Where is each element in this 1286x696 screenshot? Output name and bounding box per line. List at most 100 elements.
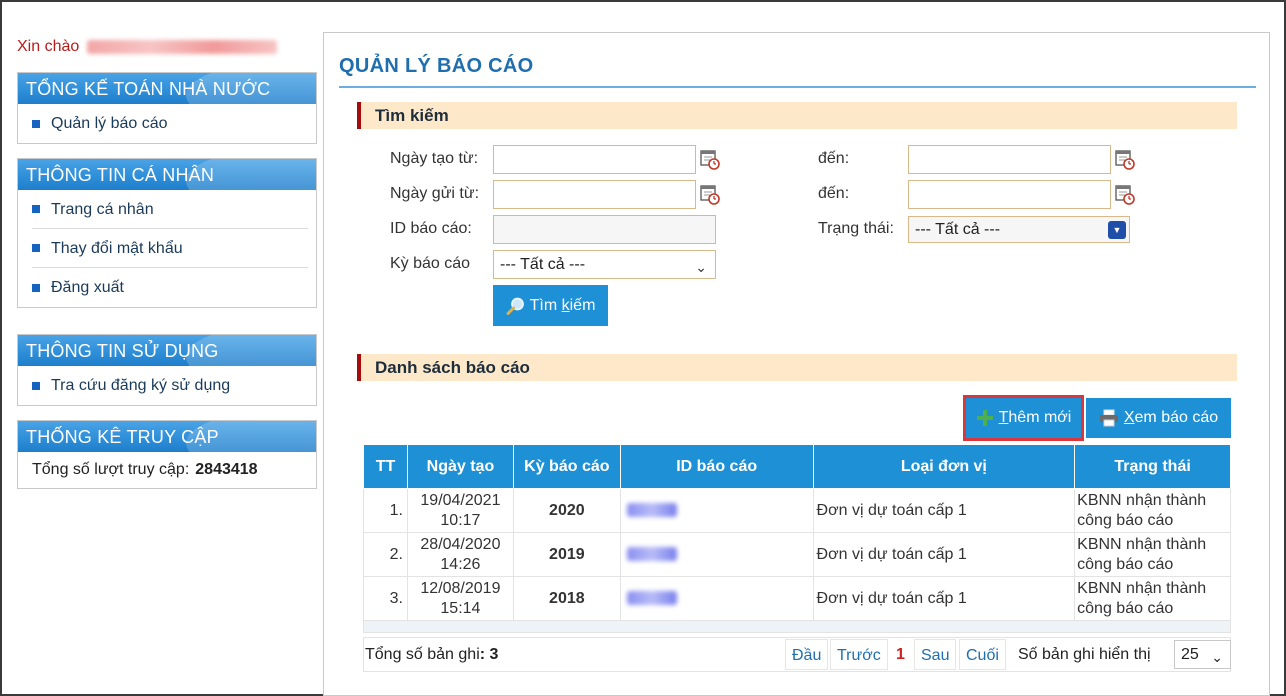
calendar-icon[interactable]	[1115, 183, 1135, 205]
row-report-id	[619, 532, 814, 577]
sidebar-item-report-management[interactable]: Quản lý báo cáo	[32, 104, 308, 143]
redacted-report-id	[626, 503, 677, 518]
sidebar-box-title: THÔNG TIN SỬ DỤNG	[18, 335, 316, 366]
status-select[interactable]: --- Tất cả --- ▼	[908, 216, 1130, 243]
add-button-suffix: hêm mới	[1008, 409, 1072, 426]
row-unit-type: Đơn vị dự toán cấp 1	[812, 576, 1076, 621]
column-header-created-date[interactable]: Ngày tạo	[406, 444, 514, 489]
dropdown-arrow-icon: ▼	[1108, 221, 1126, 239]
sidebar-box-personal-info: THÔNG TIN CÁ NHÂN Trang cá nhân Thay đổi…	[17, 158, 317, 308]
status-label: Trạng thái:	[818, 220, 894, 237]
row-period-link[interactable]: 2019	[512, 532, 621, 577]
period-select[interactable]: --- Tất cả --- ⌄	[493, 250, 716, 279]
created-to-input[interactable]	[908, 145, 1111, 174]
view-report-button[interactable]: Xem báo cáo	[1086, 398, 1231, 438]
calendar-icon[interactable]	[700, 148, 720, 170]
pager-first[interactable]: Đầu	[785, 639, 829, 670]
sidebar-box-title: TỔNG KẾ TOÁN NHÀ NƯỚC	[18, 73, 316, 104]
sidebar-item-label: Trang cá nhân	[51, 200, 154, 218]
table-spacer-cell	[363, 620, 1231, 633]
sidebar-item-logout[interactable]: Đăng xuất	[32, 268, 308, 307]
greeting-label: Xin chào	[17, 38, 80, 55]
view-report-button-label: Xem báo cáo	[1124, 409, 1218, 427]
column-header-report-id[interactable]: ID báo cáo	[619, 444, 814, 489]
column-header-tt[interactable]: TT	[363, 444, 408, 489]
search-section-header: Tìm kiếm	[357, 102, 1237, 129]
add-new-button-label: Thêm mới	[999, 409, 1072, 427]
greeting: Xin chào	[17, 38, 278, 56]
sidebar-item-usage-lookup[interactable]: Tra cứu đăng ký sử dụng	[32, 366, 308, 405]
sidebar-item-label: Tra cứu đăng ký sử dụng	[51, 377, 231, 394]
table-row[interactable]: 3. 12/08/2019 15:14 2018 Đơn vị dự toán c…	[363, 576, 1231, 621]
column-header-status[interactable]: Trạng thái	[1074, 444, 1231, 489]
view-button-accesskey: X	[1123, 409, 1135, 426]
access-count-value: 2843418	[195, 461, 258, 478]
add-new-button[interactable]: Thêm mới	[966, 398, 1081, 438]
search-button[interactable]: Tìm kiếm	[493, 285, 608, 326]
bullet-icon	[32, 119, 40, 128]
pager-last[interactable]: Cuối	[959, 639, 1006, 670]
search-button-label: Tìm kiếm	[530, 297, 596, 315]
pager-current-page: 1	[896, 646, 905, 663]
green-plus-icon	[976, 410, 993, 426]
sent-to-input[interactable]	[908, 180, 1111, 209]
row-status-line2: công báo cáo	[1077, 599, 1174, 617]
row-status-line2: công báo cáo	[1077, 555, 1174, 573]
magnifier-icon	[506, 297, 524, 315]
main-panel: QUẢN LÝ BÁO CÁO Tìm kiếm Ngày tạo từ: đế…	[323, 32, 1270, 696]
row-period-link[interactable]: 2018	[512, 576, 621, 621]
row-report-id	[619, 576, 814, 621]
chevron-down-icon: ⌄	[1211, 649, 1223, 665]
pager-prev[interactable]: Trước	[830, 639, 888, 670]
view-button-suffix: em báo cáo	[1134, 409, 1219, 426]
search-button-suffix: iếm	[569, 296, 596, 314]
row-status-line2: công báo cáo	[1077, 511, 1174, 529]
row-number: 1.	[363, 488, 408, 533]
created-from-label: Ngày tạo từ:	[390, 150, 479, 167]
table-row[interactable]: 1. 19/04/2021 10:17 2020 Đơn vị dự toán c…	[363, 488, 1231, 533]
report-id-input[interactable]	[493, 215, 716, 244]
row-date: 19/04/2021	[420, 491, 501, 509]
period-select-value: --- Tất cả ---	[500, 256, 586, 273]
redacted-report-id	[626, 591, 677, 606]
row-time: 10:17	[440, 511, 481, 529]
bullet-icon	[32, 205, 40, 213]
bullet-icon	[32, 381, 40, 390]
row-time: 14:26	[440, 555, 481, 573]
list-section-header: Danh sách báo cáo	[357, 354, 1237, 381]
per-page-label: Số bản ghi hiển thị	[1018, 646, 1151, 663]
calendar-icon[interactable]	[1115, 148, 1135, 170]
row-created-date: 28/04/2020 14:26	[406, 532, 514, 577]
row-status: KBNN nhận thành công báo cáo	[1074, 532, 1231, 577]
created-from-input[interactable]	[493, 145, 696, 174]
created-to-label: đến:	[818, 150, 850, 167]
search-button-accesskey: k	[561, 296, 570, 314]
row-status-line1: KBNN nhận thành	[1077, 491, 1207, 509]
sidebar-box-title: THÔNG TIN CÁ NHÂN	[18, 159, 316, 190]
row-number: 3.	[363, 576, 408, 621]
sidebar-item-label: Đăng xuất	[51, 279, 124, 296]
row-time: 15:14	[440, 599, 481, 617]
pager-next[interactable]: Sau	[914, 639, 957, 670]
calendar-icon[interactable]	[700, 183, 720, 205]
per-page-value: 25	[1181, 646, 1199, 663]
chevron-down-icon: ⌄	[695, 259, 707, 275]
sidebar-item-profile[interactable]: Trang cá nhân	[32, 190, 308, 229]
row-period-link[interactable]: 2020	[512, 488, 621, 533]
table-spacer-row	[363, 620, 1231, 633]
column-header-period[interactable]: Kỳ báo cáo	[512, 444, 621, 489]
sent-from-input[interactable]	[493, 180, 696, 209]
sidebar-box-title: THỐNG KÊ TRUY CẬP	[18, 421, 316, 452]
row-created-date: 12/08/2019 15:14	[406, 576, 514, 621]
search-button-prefix: Tìm	[529, 296, 562, 314]
table-row[interactable]: 2. 28/04/2020 14:26 2019 Đơn vị dự toán c…	[363, 532, 1231, 577]
table-footer: Tổng số bản ghi: 3 Đầu Trước 1 Sau Cuối …	[363, 637, 1231, 672]
column-header-unit-type[interactable]: Loại đơn vị	[812, 444, 1076, 489]
page-title: QUẢN LÝ BÁO CÁO	[339, 55, 534, 77]
row-status-line1: KBNN nhận thành	[1077, 579, 1207, 597]
sidebar-item-change-password[interactable]: Thay đổi mật khẩu	[32, 229, 308, 268]
row-status: KBNN nhận thành công báo cáo	[1074, 576, 1231, 621]
per-page-select[interactable]: 25 ⌄	[1174, 640, 1231, 669]
sidebar-box-usage-info: THÔNG TIN SỬ DỤNG Tra cứu đăng ký sử dụn…	[17, 334, 317, 406]
reports-table: TT Ngày tạo Kỳ báo cáo ID báo cáo Loại đ…	[363, 444, 1231, 633]
